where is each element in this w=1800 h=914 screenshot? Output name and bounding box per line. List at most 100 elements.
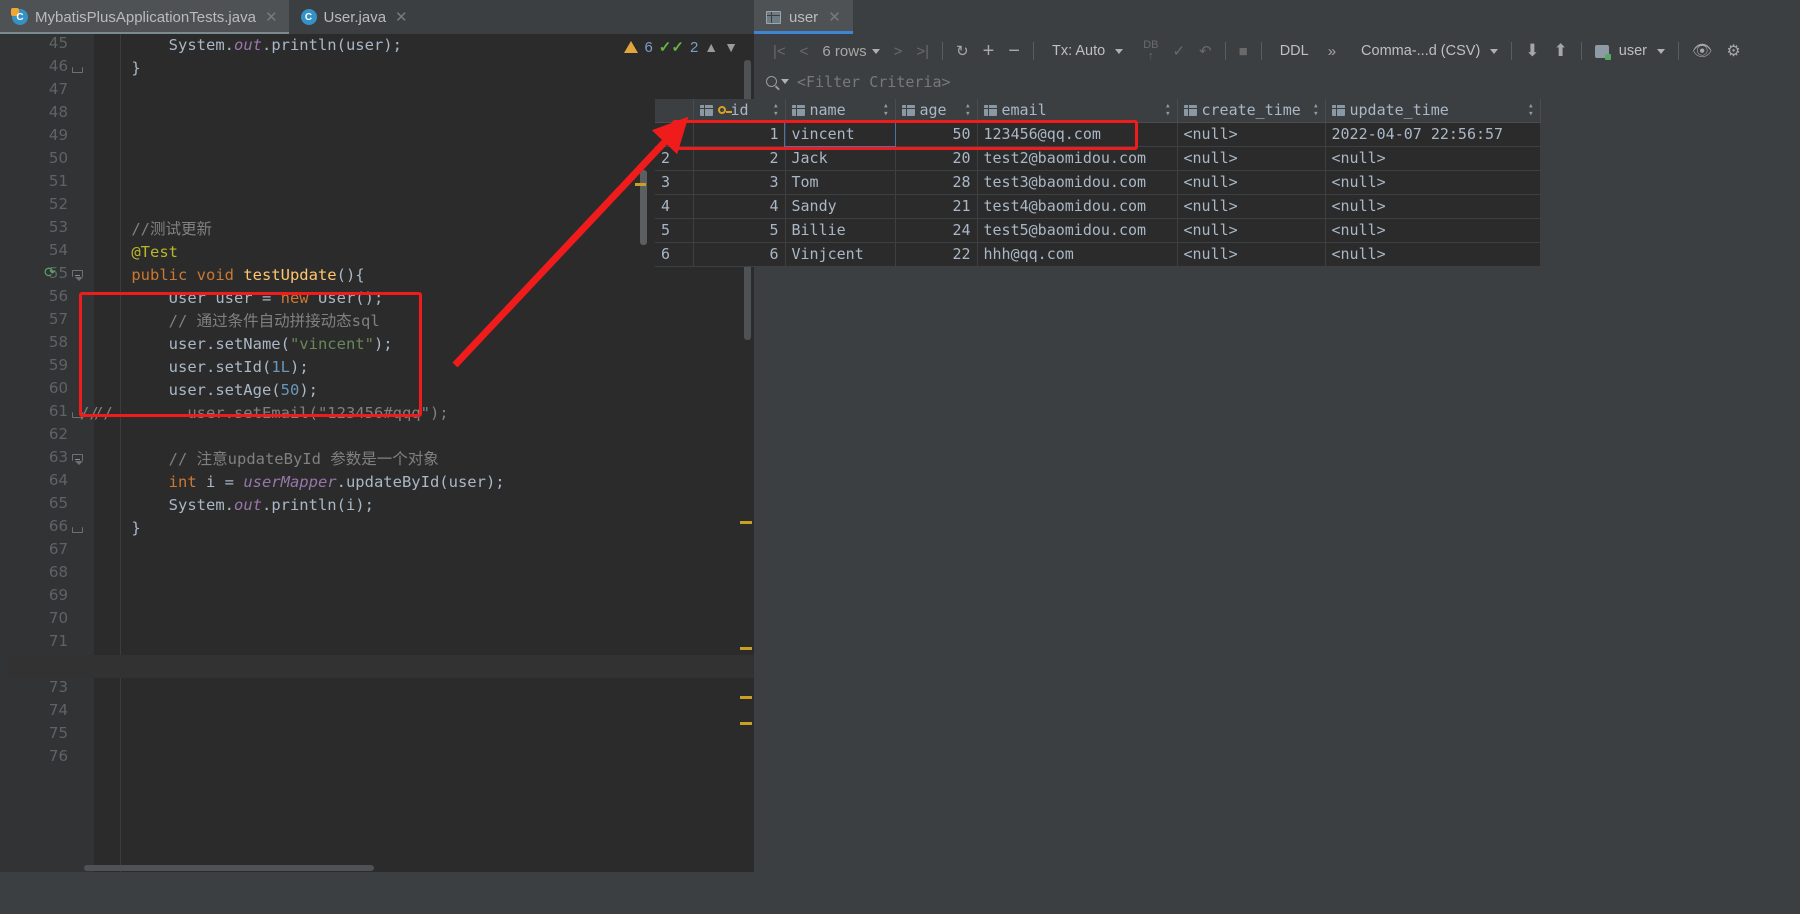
- grid-cell-update_time[interactable]: <null>: [1325, 242, 1541, 267]
- check-icon[interactable]: ✓: [1165, 38, 1192, 64]
- grid-cell-age[interactable]: 24: [895, 218, 978, 243]
- grid-cell-name[interactable]: Sandy: [785, 194, 896, 219]
- datasource-dropdown[interactable]: user: [1588, 38, 1672, 64]
- sort-toggle-icon[interactable]: ▴ ▾: [1528, 102, 1533, 119]
- inspection-marker[interactable]: [740, 647, 752, 650]
- grid-cell-update_time[interactable]: 2022-04-07 22:56:57: [1325, 122, 1541, 147]
- table-row[interactable]: 4 4 Sandy 21 test4@baomidou.com <null> <null>: [655, 194, 1541, 219]
- refresh-icon[interactable]: ↻: [949, 38, 976, 64]
- next-page-button[interactable]: >: [887, 38, 910, 64]
- sort-toggle-icon[interactable]: ▴ ▾: [1313, 102, 1318, 119]
- grid-cell-update_time[interactable]: <null>: [1325, 194, 1541, 219]
- grid-column-header-email[interactable]: email ▴ ▾: [977, 99, 1178, 123]
- grid-cell-email[interactable]: test3@baomidou.com: [977, 170, 1178, 195]
- code-fold-handle[interactable]: [72, 523, 83, 534]
- first-page-button[interactable]: |<: [766, 38, 793, 64]
- line-number[interactable]: 73: [28, 678, 68, 696]
- stop-icon[interactable]: ■: [1232, 38, 1255, 64]
- grid-cell-age[interactable]: 28: [895, 170, 978, 195]
- grid-cell-create_time[interactable]: <null>: [1177, 122, 1326, 147]
- line-number[interactable]: 58: [28, 333, 68, 351]
- inspection-marker[interactable]: [740, 722, 752, 725]
- grid-cell-create_time[interactable]: <null>: [1177, 218, 1326, 243]
- grid-cell-age[interactable]: 22: [895, 242, 978, 267]
- grid-cell-email[interactable]: hhh@qq.com: [977, 242, 1178, 267]
- sort-toggle-icon[interactable]: ▴ ▾: [965, 102, 970, 119]
- code-line[interactable]: }: [94, 57, 140, 80]
- close-icon[interactable]: ✕: [828, 8, 841, 26]
- sort-toggle-icon[interactable]: ▴ ▾: [773, 102, 778, 119]
- last-page-button[interactable]: >|: [909, 38, 936, 64]
- grid-cell-email[interactable]: test5@baomidou.com: [977, 218, 1178, 243]
- line-number[interactable]: 54: [28, 241, 68, 259]
- transaction-mode-dropdown[interactable]: Tx: Auto: [1040, 38, 1130, 64]
- grid-cell-create_time[interactable]: <null>: [1177, 170, 1326, 195]
- line-number[interactable]: 71: [28, 632, 68, 650]
- grid-cell-update_time[interactable]: <null>: [1325, 170, 1541, 195]
- line-number[interactable]: 67: [28, 540, 68, 558]
- code-line[interactable]: }: [94, 517, 140, 540]
- grid-column-header-age[interactable]: age ▴ ▾: [895, 99, 978, 123]
- line-number[interactable]: 45: [28, 34, 68, 52]
- sort-toggle-icon[interactable]: ▴ ▾: [1165, 102, 1170, 119]
- line-number[interactable]: 74: [28, 701, 68, 719]
- line-number[interactable]: 56: [28, 287, 68, 305]
- chevron-up-icon[interactable]: ▲: [704, 39, 718, 55]
- line-number[interactable]: 75: [28, 724, 68, 742]
- close-icon[interactable]: ✕: [395, 8, 408, 26]
- code-line[interactable]: public void testUpdate(){: [94, 264, 364, 287]
- more-actions-button[interactable]: »: [1321, 38, 1343, 64]
- grid-cell-name[interactable]: Vinjcent: [785, 242, 896, 267]
- line-number[interactable]: 49: [28, 126, 68, 144]
- line-number[interactable]: 63: [28, 448, 68, 466]
- code-fold-handle[interactable]: [72, 454, 83, 465]
- grid-cell-id[interactable]: 6: [693, 242, 786, 267]
- grid-cell-age[interactable]: 21: [895, 194, 978, 219]
- grid-column-header-id[interactable]: id ▴ ▾: [693, 99, 786, 123]
- delete-row-button[interactable]: −: [1001, 38, 1027, 64]
- grid-cell-update_time[interactable]: <null>: [1325, 146, 1541, 171]
- grid-cell-name[interactable]: Tom: [785, 170, 896, 195]
- code-line[interactable]: int i = userMapper.updateById(user);: [94, 471, 505, 494]
- code-fold-handle[interactable]: [72, 63, 83, 74]
- ddl-button[interactable]: DDL: [1268, 38, 1321, 64]
- export-format-dropdown[interactable]: Comma-...d (CSV): [1349, 38, 1505, 64]
- editor-gutter[interactable]: 45 46 47 48 49 50 51 52 53 54 55 56 57 58 59 60 61 62 63 64…: [0, 34, 94, 880]
- rows-count-dropdown[interactable]: 6 rows: [815, 38, 886, 64]
- grid-cell-name[interactable]: Billie: [785, 218, 896, 243]
- grid-column-header-name[interactable]: name ▴ ▾: [785, 99, 896, 123]
- line-number[interactable]: 61: [28, 402, 68, 420]
- grid-cell-create_time[interactable]: <null>: [1177, 146, 1326, 171]
- eye-icon[interactable]: 👁: [1685, 38, 1719, 64]
- line-number[interactable]: 62: [28, 425, 68, 443]
- line-number[interactable]: 46: [28, 57, 68, 75]
- chevron-down-icon[interactable]: ▼: [724, 39, 738, 55]
- code-line[interactable]: @Test: [94, 241, 178, 264]
- grid-cell-update_time[interactable]: <null>: [1325, 218, 1541, 243]
- line-number[interactable]: 52: [28, 195, 68, 213]
- line-number[interactable]: 70: [28, 609, 68, 627]
- table-row[interactable]: 5 5 Billie 24 test5@baomidou.com <null> <null>: [655, 218, 1541, 243]
- add-row-button[interactable]: +: [976, 38, 1002, 64]
- db-submit-icon[interactable]: DB ↑: [1136, 38, 1165, 64]
- database-tab-user[interactable]: user ✕: [754, 0, 853, 34]
- line-number[interactable]: 69: [28, 586, 68, 604]
- line-number[interactable]: 48: [28, 103, 68, 121]
- line-number[interactable]: 76: [28, 747, 68, 765]
- line-number[interactable]: 50: [28, 149, 68, 167]
- line-number[interactable]: 53: [28, 218, 68, 236]
- line-number[interactable]: 68: [28, 563, 68, 581]
- filter-input[interactable]: <Filter Criteria>: [797, 73, 951, 91]
- line-number[interactable]: 47: [28, 80, 68, 98]
- grid-column-header-update_time[interactable]: update_time ▴ ▾: [1325, 99, 1541, 123]
- inspection-marker[interactable]: [740, 696, 752, 699]
- table-row[interactable]: 6 6 Vinjcent 22 hhh@qq.com <null> <null>: [655, 242, 1541, 267]
- table-row[interactable]: 3 3 Tom 28 test3@baomidou.com <null> <null>: [655, 170, 1541, 195]
- grid-cell-create_time[interactable]: <null>: [1177, 194, 1326, 219]
- grid-cell-email[interactable]: test4@baomidou.com: [977, 194, 1178, 219]
- line-number[interactable]: 64: [28, 471, 68, 489]
- gear-icon[interactable]: ⚙: [1719, 38, 1747, 64]
- sort-toggle-icon[interactable]: ▴ ▾: [883, 102, 888, 119]
- prev-page-button[interactable]: <: [793, 38, 816, 64]
- inspection-widget[interactable]: 6 ✓✓ 2 ▲ ▼: [624, 38, 738, 56]
